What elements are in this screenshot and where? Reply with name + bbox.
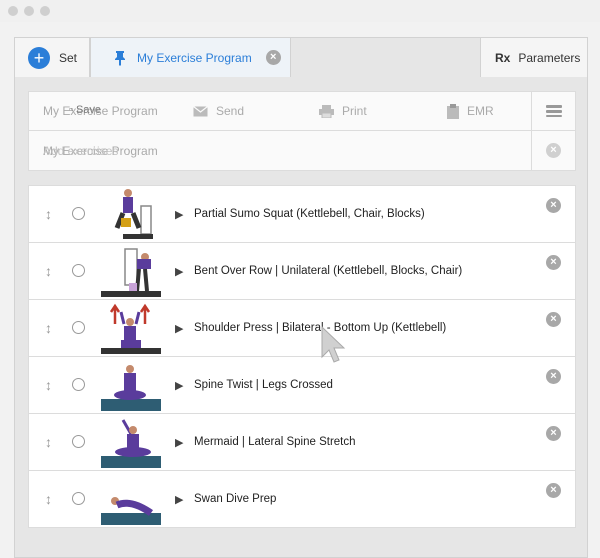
clear-name-button[interactable]: ×: [531, 131, 575, 170]
select-radio[interactable]: [72, 492, 85, 505]
video-icon[interactable]: ▶︎: [175, 243, 183, 299]
window-dot-maximize[interactable]: [40, 6, 50, 16]
program-toolbar: My Exercise Program ▫ Save Send Print EM…: [28, 91, 576, 131]
tab-my-exercise-program[interactable]: My Exercise Program ×: [90, 37, 291, 77]
video-icon[interactable]: ▶︎: [175, 186, 183, 242]
save-icon: ▫: [69, 104, 76, 116]
emr-button[interactable]: EMR: [447, 92, 494, 130]
drag-handle-icon[interactable]: ↕: [45, 186, 52, 242]
drag-handle-icon[interactable]: ↕: [45, 414, 52, 470]
close-icon[interactable]: ×: [546, 483, 561, 498]
emr-label: EMR: [467, 104, 494, 118]
clipboard-icon: [447, 103, 459, 119]
tab-program-label: My Exercise Program: [137, 50, 252, 65]
exercise-row[interactable]: ↕ ▶︎ Mermaid | Lateral Spine Stretch ×: [28, 414, 576, 471]
tab-parameters[interactable]: Rx Parameters: [480, 37, 588, 77]
sliders-icon: [545, 105, 562, 117]
exercise-title: Swan Dive Prep: [194, 493, 277, 505]
window-dot-close[interactable]: [8, 6, 18, 16]
exercise-title: Bent Over Row | Unilateral (Kettlebell, …: [194, 265, 463, 277]
exercise-title: Mermaid | Lateral Spine Stretch: [194, 436, 356, 448]
save-overlap[interactable]: ▫ Save: [69, 104, 101, 116]
close-icon[interactable]: ×: [265, 50, 281, 65]
program-name-bar: My Exercise Program Add exercises ×: [28, 131, 576, 171]
drag-handle-icon[interactable]: ↕: [45, 471, 52, 527]
select-radio[interactable]: [72, 435, 85, 448]
exercise-row[interactable]: ↕ ▶︎ Partial Sumo Squat (Kettlebell, Cha…: [28, 185, 576, 243]
close-icon[interactable]: ×: [546, 312, 561, 327]
window-dot-minimize[interactable]: [24, 6, 34, 16]
send-label: Send: [216, 104, 245, 118]
select-radio[interactable]: [72, 264, 85, 277]
program-name-field[interactable]: My Exercise Program Add exercises: [43, 131, 158, 170]
exercise-row[interactable]: ↕ ▶︎ Spine Twist | Legs Crossed ×: [28, 357, 576, 414]
mouse-cursor-icon: [321, 325, 346, 363]
select-radio[interactable]: [72, 207, 85, 220]
exercise-row[interactable]: ↕ ▶︎ Swan Dive Prep ×: [28, 471, 576, 528]
program-name-ghost: My Exercise Program ▫ Save: [43, 92, 158, 130]
video-icon[interactable]: ▶︎: [175, 471, 183, 527]
exercise-thumbnail: [101, 302, 161, 354]
print-button[interactable]: Print: [319, 92, 367, 130]
add-exercises-ghost: Add exercises: [43, 143, 119, 158]
close-icon[interactable]: ×: [546, 198, 561, 213]
exercise-thumbnail: [101, 416, 161, 468]
tab-parameters-label: Parameters: [518, 50, 581, 65]
video-icon[interactable]: ▶︎: [175, 300, 183, 356]
printer-icon: [319, 104, 334, 118]
rx-icon: Rx: [495, 50, 511, 65]
drag-handle-icon[interactable]: ↕: [45, 300, 52, 356]
print-label: Print: [342, 104, 367, 118]
select-radio[interactable]: [72, 378, 85, 391]
close-icon[interactable]: ×: [546, 426, 561, 441]
exercise-list: ↕ ▶︎ Partial Sumo Squat (Kettlebell, Cha…: [28, 185, 576, 528]
exercise-thumbnail: [101, 359, 161, 411]
drag-handle-icon[interactable]: ↕: [45, 243, 52, 299]
exercise-title: Spine Twist | Legs Crossed: [194, 379, 333, 391]
send-button[interactable]: Send: [193, 92, 244, 130]
video-icon[interactable]: ▶︎: [175, 357, 183, 413]
exercise-title: Partial Sumo Squat (Kettlebell, Chair, B…: [194, 208, 425, 220]
tab-set[interactable]: + Set: [14, 37, 90, 77]
close-icon: ×: [546, 143, 561, 158]
exercise-thumbnail: [101, 473, 161, 525]
close-icon[interactable]: ×: [546, 369, 561, 384]
tab-bar: + Set My Exercise Program × Rx Parameter…: [14, 37, 588, 77]
exercise-thumbnail: [101, 245, 161, 297]
plus-icon: +: [28, 46, 50, 69]
exercise-thumbnail: [101, 188, 161, 240]
exercise-row[interactable]: ↕ ▶︎ Bent Over Row | Unilateral (Kettleb…: [28, 243, 576, 300]
close-icon[interactable]: ×: [546, 255, 561, 270]
window-titlebar: [0, 0, 600, 22]
drag-handle-icon[interactable]: ↕: [45, 357, 52, 413]
envelope-icon: [193, 105, 208, 116]
save-label: Save: [75, 104, 102, 116]
video-icon[interactable]: ▶︎: [175, 414, 183, 470]
select-radio[interactable]: [72, 321, 85, 334]
pin-icon: [115, 50, 125, 66]
settings-button[interactable]: [531, 92, 575, 130]
tab-set-label: Set: [59, 50, 78, 65]
exercise-row[interactable]: ↕ ▶︎ Shoulder Press | Bilateral - Bottom…: [28, 300, 576, 357]
